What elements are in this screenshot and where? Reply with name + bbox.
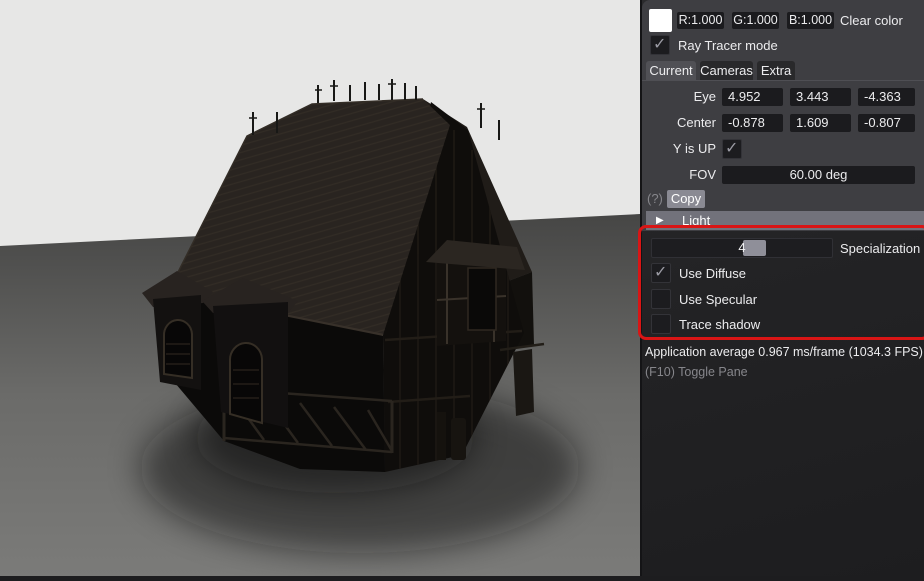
dormer-right-window — [468, 268, 496, 330]
tab-cameras[interactable]: Cameras — [700, 61, 753, 80]
dormer-mid-window — [230, 343, 262, 423]
house-scene — [0, 0, 640, 576]
fov-field[interactable]: 60.00 deg — [722, 166, 915, 184]
settings-pane: R:1.000 G:1.000 B:1.000 Clear color ✓ Ra… — [640, 0, 924, 576]
red-value-button[interactable]: R:1.000 — [677, 12, 724, 29]
banner — [513, 349, 534, 416]
tab-current[interactable]: Current — [646, 61, 696, 80]
help-icon: (?) — [647, 190, 663, 208]
center-z-field[interactable]: -0.807 — [858, 114, 915, 132]
y-up-checkbox[interactable]: ✓ — [722, 139, 742, 159]
eye-label: Eye — [642, 88, 716, 106]
ray-tracer-mode-checkbox[interactable]: ✓ — [650, 35, 670, 55]
y-up-label: Y is UP — [642, 140, 716, 158]
fov-label: FOV — [642, 166, 716, 184]
center-x-field[interactable]: -0.878 — [722, 114, 783, 132]
eye-y-field[interactable]: 3.443 — [790, 88, 851, 106]
eye-x-field[interactable]: 4.952 — [722, 88, 783, 106]
clear-color-swatch[interactable] — [649, 9, 672, 32]
checkmark-icon: ✓ — [653, 35, 669, 55]
dormer-left-window — [164, 320, 192, 378]
tab-underline — [642, 80, 924, 81]
center-y-field[interactable]: 1.609 — [790, 114, 851, 132]
tab-extra[interactable]: Extra — [757, 61, 795, 80]
green-value-button[interactable]: G:1.000 — [732, 12, 779, 29]
clear-color-label: Clear color — [840, 12, 903, 29]
barrel — [451, 418, 466, 460]
center-label: Center — [642, 114, 716, 132]
blue-value-button[interactable]: B:1.000 — [787, 12, 834, 29]
fps-stats-text: Application average 0.967 ms/frame (1034… — [645, 345, 923, 359]
checkmark-icon: ✓ — [725, 139, 741, 159]
copy-button[interactable]: Copy — [667, 190, 705, 208]
viewport-3d[interactable] — [0, 0, 640, 576]
ray-tracer-mode-label: Ray Tracer mode — [678, 36, 778, 55]
eye-z-field[interactable]: -4.363 — [858, 88, 915, 106]
toggle-pane-hint: (F10) Toggle Pane — [645, 365, 748, 379]
annotation-highlight-box — [638, 225, 924, 340]
